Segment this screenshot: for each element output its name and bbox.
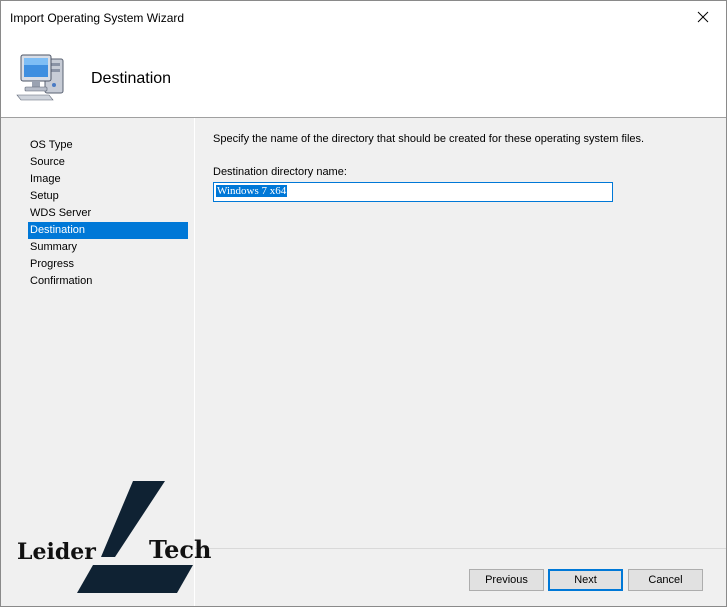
title-bar: Import Operating System Wizard — [1, 1, 726, 35]
instruction-text: Specify the name of the directory that s… — [213, 133, 645, 145]
step-source: Source — [30, 156, 65, 168]
watermark-right-text: Tech — [149, 535, 212, 564]
cancel-button[interactable]: Cancel — [628, 569, 703, 591]
step-destination: Destination — [28, 222, 188, 239]
watermark-left-text: Leider — [17, 539, 96, 565]
step-confirmation: Confirmation — [30, 275, 93, 287]
step-wds-server: WDS Server — [30, 207, 92, 219]
step-setup: Setup — [30, 190, 59, 202]
destination-label: Destination directory name: — [213, 166, 347, 178]
computer-icon — [16, 54, 64, 101]
next-button[interactable]: Next — [548, 569, 623, 591]
page-title: Destination — [91, 70, 172, 87]
close-button[interactable] — [680, 1, 726, 33]
footer-divider — [195, 548, 726, 549]
main-pane: Specify the name of the directory that s… — [195, 118, 726, 548]
content-area: OS Type Source Image Setup WDS Server De… — [1, 118, 726, 606]
window-title: Import Operating System Wizard — [10, 11, 185, 25]
destination-directory-input[interactable]: Windows 7 x64 — [213, 182, 613, 202]
previous-button[interactable]: Previous — [469, 569, 544, 591]
step-image: Image — [30, 173, 61, 185]
wizard-steps-list: OS Type Source Image Setup WDS Server De… — [28, 137, 188, 290]
step-summary: Summary — [30, 241, 78, 253]
wizard-window: Import Operating System Wizard Destinati… — [0, 0, 727, 607]
step-progress: Progress — [30, 258, 75, 270]
step-os-type: OS Type — [30, 139, 73, 151]
wizard-header: Destination — [1, 35, 726, 117]
close-icon — [697, 11, 709, 23]
leidertech-watermark: Leider Tech — [13, 481, 223, 593]
destination-directory-value: Windows 7 x64 — [216, 185, 288, 197]
